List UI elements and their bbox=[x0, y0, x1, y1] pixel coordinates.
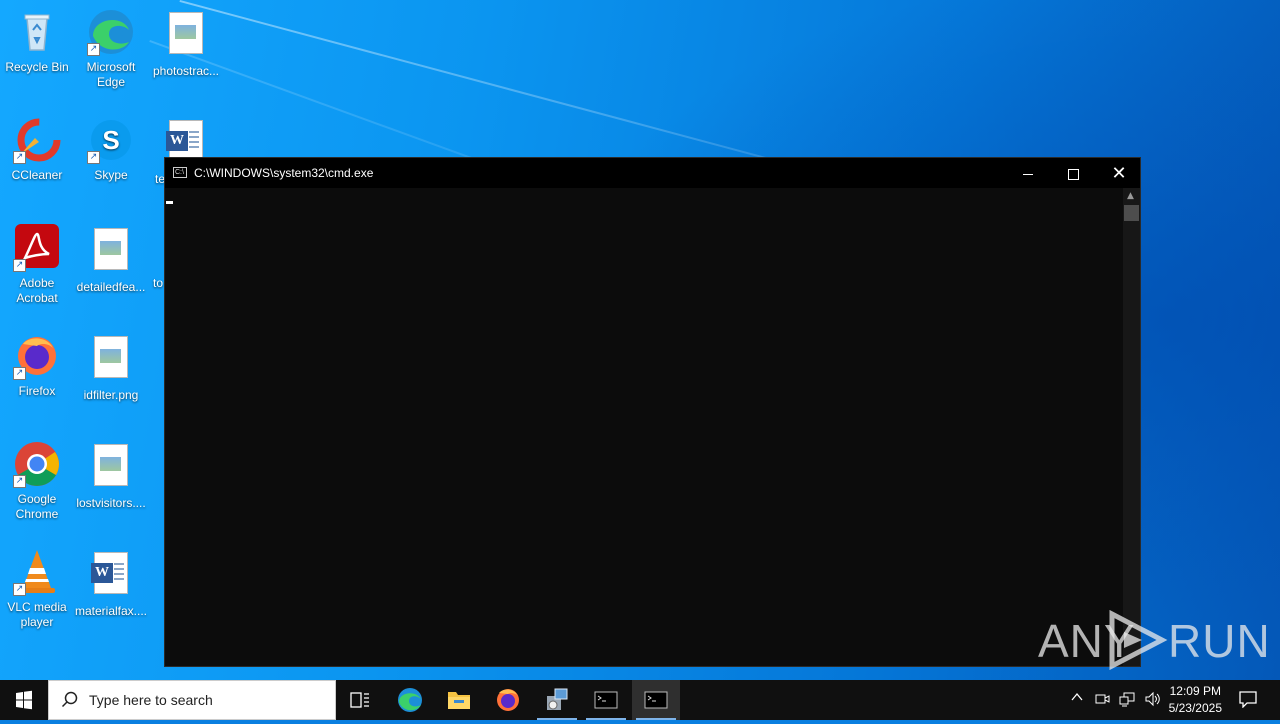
search-placeholder: Type here to search bbox=[89, 692, 213, 708]
maximize-button[interactable] bbox=[1050, 158, 1096, 188]
vlc-icon: ↗ bbox=[13, 548, 61, 596]
firefox-icon: ↗ bbox=[13, 332, 61, 380]
taskbar-search-box[interactable]: Type here to search bbox=[48, 680, 336, 720]
task-view-button[interactable] bbox=[336, 680, 384, 720]
desktop-icon-label: VLC media player bbox=[7, 600, 67, 629]
desktop-icon-idfilter[interactable]: idfilter.png bbox=[74, 332, 148, 403]
taskbar-clock[interactable]: 12:09 PM 5/23/2025 bbox=[1169, 683, 1222, 717]
app-installer-icon bbox=[547, 688, 568, 710]
image-file-icon bbox=[162, 12, 210, 60]
start-button[interactable] bbox=[0, 680, 48, 720]
edge-icon bbox=[398, 688, 422, 712]
system-tray: 12:09 PM 5/23/2025 bbox=[1060, 680, 1280, 720]
desktop-icon-adobe-acrobat[interactable]: ↗ Adobe Acrobat bbox=[0, 224, 74, 306]
desktop-icon-label: detailedfea... bbox=[76, 280, 146, 294]
desktop-icon-label: Microsoft Edge bbox=[86, 60, 136, 89]
desktop-icon-label: Recycle Bin bbox=[5, 60, 69, 74]
image-file-icon bbox=[87, 228, 135, 276]
cmd-window[interactable]: C:\ C:\WINDOWS\system32\cmd.exe ✕ ▲ bbox=[164, 157, 1141, 667]
shortcut-arrow-icon: ↗ bbox=[13, 151, 26, 164]
desktop-icon-label: Adobe Acrobat bbox=[16, 276, 58, 305]
file-explorer-icon bbox=[448, 692, 470, 709]
svg-text:S: S bbox=[102, 125, 119, 155]
shortcut-arrow-icon: ↗ bbox=[13, 367, 26, 380]
desktop-icon-label: Skype bbox=[94, 168, 128, 182]
shortcut-arrow-icon: ↗ bbox=[13, 583, 26, 596]
cmd-window-title: C:\WINDOWS\system32\cmd.exe bbox=[194, 166, 374, 180]
chevron-up-icon[interactable] bbox=[1070, 690, 1084, 707]
skype-icon: S ↗ bbox=[87, 116, 135, 164]
ccleaner-icon: ↗ bbox=[13, 116, 61, 164]
maximize-icon bbox=[1067, 168, 1079, 180]
desktop-icon-materialfax[interactable]: W materialfax.... bbox=[74, 548, 148, 619]
edge-icon: ↗ bbox=[87, 8, 135, 56]
cmd-title-bar[interactable]: C:\ C:\WINDOWS\system32\cmd.exe ✕ bbox=[165, 158, 1140, 188]
word-file-icon: W bbox=[87, 552, 135, 600]
desktop: Recycle Bin ↗ CCleaner ↗ Adobe Acrobat ↗… bbox=[0, 0, 1280, 680]
chrome-icon: ↗ bbox=[13, 440, 61, 488]
desktop-icon-recycle-bin[interactable]: Recycle Bin bbox=[0, 8, 74, 75]
shortcut-arrow-icon: ↗ bbox=[13, 259, 26, 272]
scroll-up-icon[interactable]: ▲ bbox=[1127, 192, 1134, 201]
desktop-icon-skype[interactable]: S ↗ Skype bbox=[74, 116, 148, 183]
taskbar-firefox-button[interactable] bbox=[484, 680, 532, 720]
desktop-icon-detailedfea[interactable]: detailedfea... bbox=[74, 224, 148, 295]
desktop-icon-lostvisitors[interactable]: lostvisitors.... bbox=[74, 440, 148, 511]
taskbar-file-explorer-button[interactable] bbox=[435, 680, 483, 720]
desktop-icon-vlc[interactable]: ↗ VLC media player bbox=[0, 548, 74, 630]
search-icon bbox=[61, 691, 78, 708]
minimize-icon bbox=[1023, 173, 1033, 175]
taskbar: Type here to search 12:09 PM 5/23/2025 bbox=[0, 680, 1280, 720]
shortcut-arrow-icon: ↗ bbox=[87, 43, 100, 56]
desktop-icon-label: idfilter.png bbox=[83, 388, 139, 402]
desktop-icon-label: CCleaner bbox=[11, 168, 63, 182]
clock-time: 12:09 PM bbox=[1169, 684, 1221, 698]
desktop-icon-label: photostrac... bbox=[152, 64, 220, 78]
shortcut-arrow-icon: ↗ bbox=[13, 475, 26, 488]
shortcut-arrow-icon: ↗ bbox=[87, 151, 100, 164]
desktop-icon-firefox[interactable]: ↗ Firefox bbox=[0, 332, 74, 399]
text-cursor bbox=[166, 201, 173, 204]
desktop-icon-google-chrome[interactable]: ↗ Google Chrome bbox=[0, 440, 74, 522]
desktop-icon-photostrac[interactable]: photostrac... bbox=[149, 8, 223, 79]
meet-now-icon[interactable] bbox=[1094, 691, 1110, 710]
acrobat-icon: ↗ bbox=[13, 224, 61, 272]
desktop-icon-label: materialfax.... bbox=[74, 604, 148, 618]
cmd-icon bbox=[644, 691, 668, 709]
network-icon[interactable] bbox=[1118, 691, 1136, 710]
cmd-icon bbox=[594, 691, 618, 709]
close-button[interactable]: ✕ bbox=[1096, 158, 1142, 188]
taskbar-app-installer-button[interactable] bbox=[533, 680, 581, 720]
volume-icon[interactable] bbox=[1144, 691, 1162, 710]
scrollbar-thumb[interactable] bbox=[1124, 205, 1139, 221]
windows-logo-icon bbox=[16, 690, 32, 710]
taskbar-cmd-button-active[interactable] bbox=[632, 680, 680, 720]
image-file-icon bbox=[87, 444, 135, 492]
cmd-icon: C:\ bbox=[173, 167, 187, 178]
task-view-icon bbox=[350, 692, 369, 708]
anyrun-watermark: ANY RUN bbox=[1038, 610, 1270, 670]
taskbar-cmd-button[interactable] bbox=[582, 680, 630, 720]
desktop-icon-ccleaner[interactable]: ↗ CCleaner bbox=[0, 116, 74, 183]
image-file-icon bbox=[87, 336, 135, 384]
taskbar-edge-button[interactable] bbox=[386, 680, 434, 720]
desktop-icon-microsoft-edge[interactable]: ↗ Microsoft Edge bbox=[74, 8, 148, 90]
clock-date: 5/23/2025 bbox=[1168, 701, 1222, 715]
notification-icon[interactable] bbox=[1238, 690, 1258, 711]
desktop-icon-label: Firefox bbox=[18, 384, 56, 398]
desktop-icon-label: Google Chrome bbox=[15, 492, 59, 521]
firefox-icon bbox=[497, 689, 519, 711]
desktop-icon-label: lostvisitors.... bbox=[76, 496, 146, 510]
recycle-bin-icon bbox=[13, 8, 61, 56]
watermark-text-run: RUN bbox=[1168, 615, 1271, 667]
minimize-button[interactable] bbox=[1005, 158, 1051, 188]
play-logo-icon bbox=[1109, 610, 1168, 670]
vertical-scrollbar[interactable]: ▲ bbox=[1123, 188, 1140, 666]
